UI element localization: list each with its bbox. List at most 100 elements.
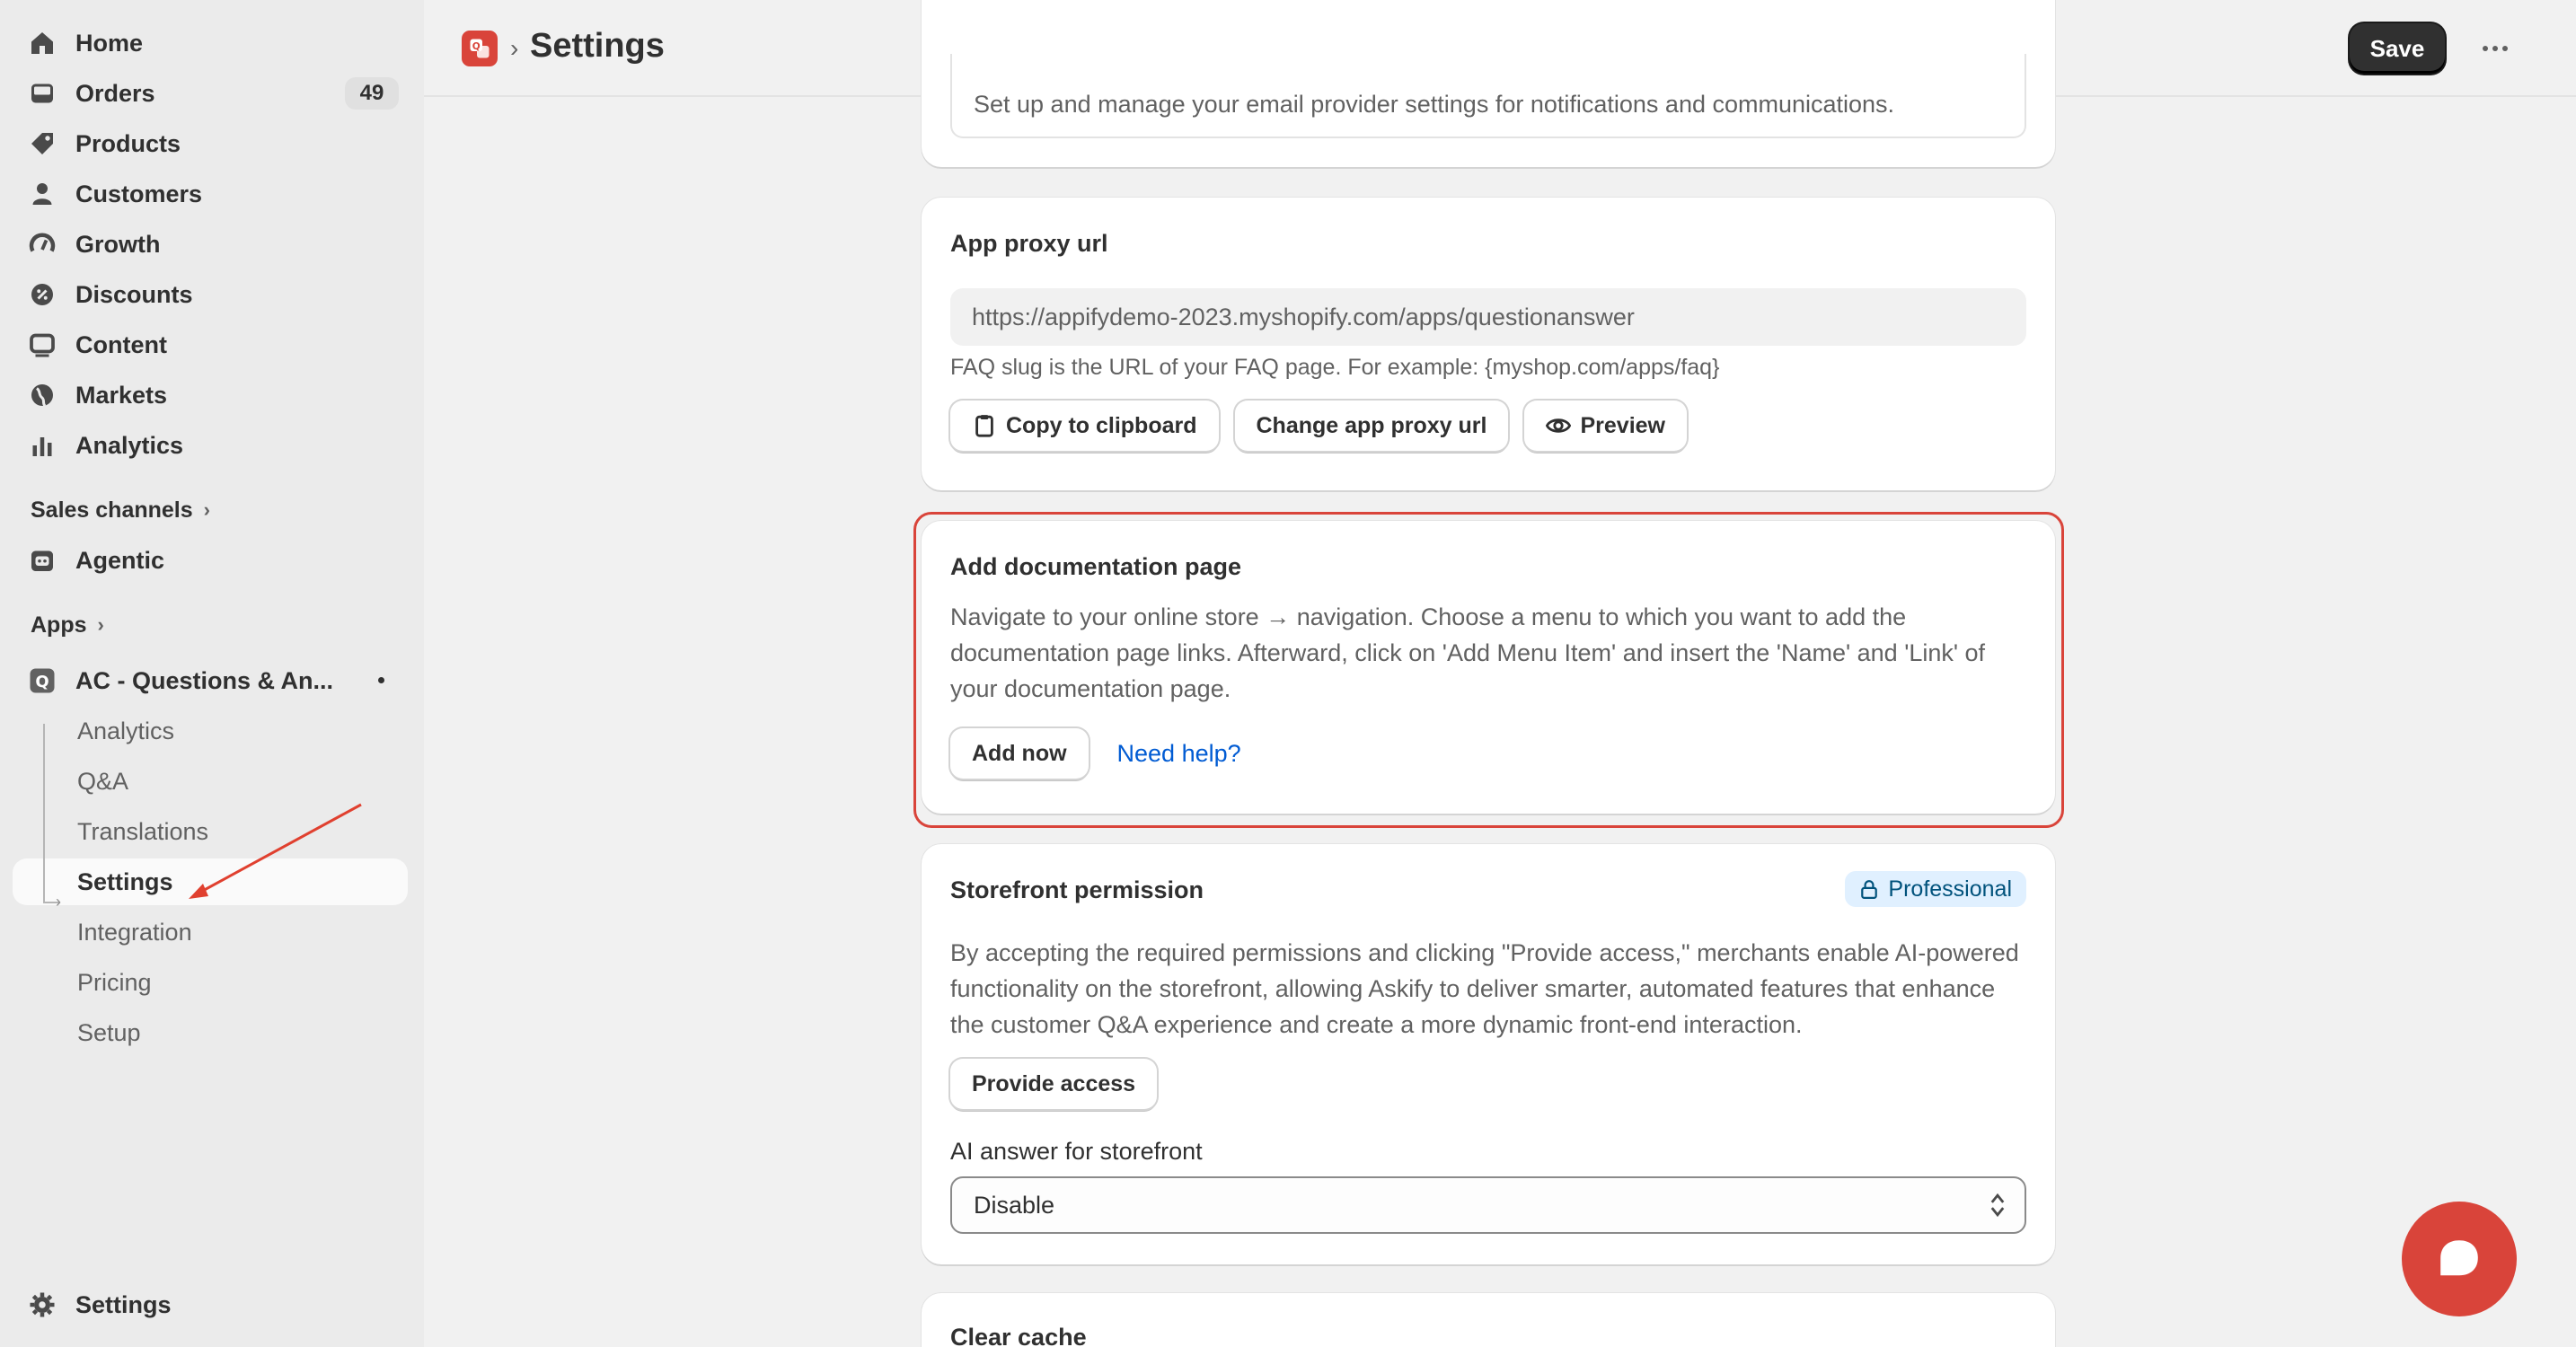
sidebar-item-label: Analytics <box>75 431 184 459</box>
button-label: Preview <box>1580 412 1665 438</box>
preview-button[interactable]: Preview <box>1524 401 1687 451</box>
breadcrumb-separator-icon: › <box>510 34 519 62</box>
page-title: Settings <box>530 27 665 65</box>
sidebar-item-orders[interactable]: Orders 49 <box>13 70 408 117</box>
ai-answer-select[interactable]: Disable <box>950 1176 2026 1234</box>
apps-heading[interactable]: Apps › <box>31 605 424 645</box>
provide-access-button[interactable]: Provide access <box>950 1059 1158 1109</box>
sidebar-item-label: Home <box>75 29 144 57</box>
proxy-actions: Copy to clipboard Change app proxy url P… <box>950 401 2026 451</box>
robot-icon <box>29 547 56 574</box>
sidebar-subitem-integration[interactable]: Integration <box>13 909 408 955</box>
subitem-label: Translations <box>77 817 209 845</box>
chat-button[interactable] <box>2402 1202 2517 1316</box>
subitem-label: Setup <box>77 1018 141 1046</box>
apps-label: Apps <box>31 612 87 638</box>
sidebar-item-content[interactable]: Content <box>13 321 408 368</box>
main-nav: Home Orders 49 Products Customers Growth… <box>0 20 424 469</box>
proxy-help-text: FAQ slug is the URL of your FAQ page. Fo… <box>950 355 1720 380</box>
more-actions-icon[interactable] <box>2477 34 2513 63</box>
app-sub-nav: Analytics Q&A Translations Settings Inte… <box>0 708 424 1056</box>
subitem-label: Analytics <box>77 717 175 744</box>
app-logo-icon[interactable]: Q <box>462 31 498 66</box>
home-icon <box>29 30 56 57</box>
button-label: Copy to clipboard <box>1006 412 1197 438</box>
sidebar-subitem-translations[interactable]: Translations <box>13 808 408 855</box>
sidebar-item-label: Agentic <box>75 546 165 574</box>
sidebar-item-discounts[interactable]: Discounts <box>13 271 408 318</box>
sidebar-subitem-pricing[interactable]: Pricing <box>13 959 408 1006</box>
subitem-label: Integration <box>77 918 192 946</box>
change-proxy-url-button[interactable]: Change app proxy url <box>1234 401 1509 451</box>
tag-icon <box>29 130 56 157</box>
card-title: Clear cache <box>950 1324 1087 1347</box>
eye-icon <box>1546 418 1572 433</box>
sidebar-subitem-settings[interactable]: Settings <box>13 858 408 905</box>
sidebar-item-agentic[interactable]: Agentic <box>13 537 408 584</box>
chevron-right-icon: › <box>203 498 210 521</box>
sales-channels-heading[interactable]: Sales channels › <box>31 490 424 530</box>
lock-icon <box>1861 880 1878 899</box>
sidebar-item-label: Markets <box>75 381 168 409</box>
svg-text:Q: Q <box>35 673 49 691</box>
email-settings-text: Set up and manage your email provider se… <box>974 91 1895 118</box>
professional-badge: Professional <box>1845 871 2026 907</box>
ai-answer-label: AI answer for storefront <box>950 1138 1203 1165</box>
sales-channels-label: Sales channels <box>31 497 193 523</box>
copy-to-clipboard-button[interactable]: Copy to clipboard <box>950 401 1219 451</box>
sidebar-item-label: Customers <box>75 180 203 207</box>
gear-icon <box>29 1291 56 1318</box>
app-proxy-card: App proxy url https://appifydemo-2023.my… <box>922 198 2055 490</box>
select-chevron-icon <box>1990 1193 2005 1218</box>
content-icon <box>29 331 56 358</box>
storefront-permission-card: Storefront permission Professional By ac… <box>922 844 2055 1264</box>
clear-cache-card: Clear cache <box>922 1293 2055 1347</box>
storefront-description: By accepting the required permissions an… <box>950 939 2019 1038</box>
sidebar-item-label: Products <box>75 129 181 157</box>
orders-count-badge: 49 <box>345 77 399 110</box>
subitem-label: Q&A <box>77 767 129 795</box>
chat-bubble-icon <box>2440 1240 2478 1276</box>
sidebar-item-label: Content <box>75 330 167 358</box>
inbox-icon <box>29 80 56 107</box>
sidebar-item-analytics[interactable]: Analytics <box>13 422 408 469</box>
globe-icon <box>29 382 56 409</box>
bar-chart-icon <box>29 432 56 459</box>
pin-dot-icon <box>378 677 384 683</box>
sidebar-item-label: Growth <box>75 230 161 258</box>
sidebar-item-settings[interactable]: Settings <box>13 1281 408 1328</box>
button-label: Change app proxy url <box>1256 412 1487 438</box>
subitem-label: Settings <box>77 867 173 895</box>
email-settings-card: Set up and manage your email provider se… <box>922 0 2055 167</box>
sidebar-item-label: Orders <box>75 79 155 107</box>
subitem-label: Pricing <box>77 968 152 996</box>
sidebar-subitem-setup[interactable]: Setup <box>13 1009 408 1056</box>
svg-text:Q: Q <box>472 41 481 52</box>
sidebar-item-app[interactable]: Q AC - Questions & An... <box>13 657 408 704</box>
select-value: Disable <box>974 1191 1055 1219</box>
sidebar-item-products[interactable]: Products <box>13 120 408 167</box>
email-settings-box[interactable]: Set up and manage your email provider se… <box>950 54 2026 138</box>
sidebar-item-markets[interactable]: Markets <box>13 372 408 418</box>
tree-connector <box>43 724 45 903</box>
save-button[interactable]: Save <box>2350 23 2445 74</box>
sidebar-item-growth[interactable]: Growth <box>13 221 408 268</box>
sidebar-footer: Settings <box>0 1281 424 1328</box>
sidebar-item-label: Discounts <box>75 280 193 308</box>
card-title: App proxy url <box>950 230 1108 257</box>
app-name: AC - Questions & An... <box>75 666 334 694</box>
proxy-url-field[interactable]: https://appifydemo-2023.myshopify.com/ap… <box>950 288 2026 346</box>
sidebar-item-label: Settings <box>75 1290 172 1318</box>
person-icon <box>29 180 56 207</box>
clipboard-icon <box>975 415 993 437</box>
highlight-outline <box>913 512 2064 828</box>
sidebar-subitem-qa[interactable]: Q&A <box>13 758 408 805</box>
gauge-icon <box>29 231 56 258</box>
sidebar-item-customers[interactable]: Customers <box>13 171 408 217</box>
tree-arrow-icon: › <box>56 893 61 911</box>
sidebar-item-home[interactable]: Home <box>13 20 408 66</box>
chevron-right-icon: › <box>97 613 104 636</box>
badge-label: Professional <box>1888 876 2012 902</box>
sidebar-subitem-analytics[interactable]: Analytics <box>13 708 408 754</box>
app-logo-icon: Q <box>29 667 56 694</box>
